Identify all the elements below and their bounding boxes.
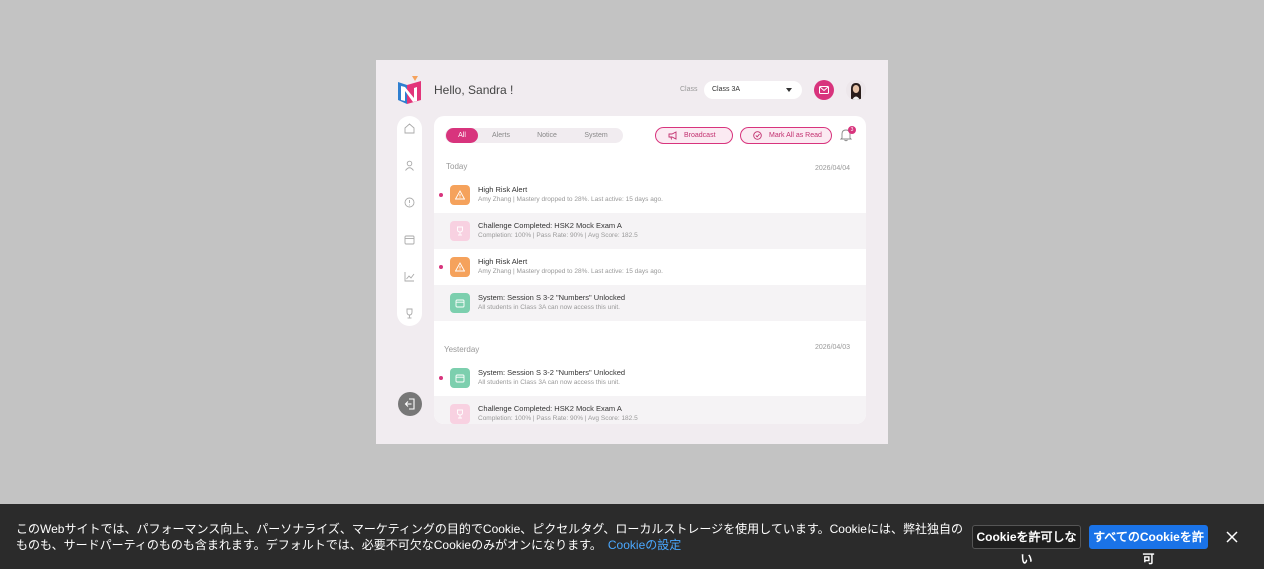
check-circle-icon	[753, 131, 762, 140]
user-avatar[interactable]	[846, 80, 866, 100]
notification-detail: All students in Class 3A can now access …	[478, 304, 620, 311]
notifications-panel: All Alerts Notice System Broadcast Mark …	[434, 116, 866, 424]
sidebar-nav	[397, 116, 422, 326]
broadcast-label: Broadcast	[684, 132, 716, 139]
class-select[interactable]: Class 3A	[704, 81, 802, 99]
broadcast-button[interactable]: Broadcast	[655, 127, 733, 144]
info-icon[interactable]	[404, 197, 415, 208]
unread-dot	[439, 376, 443, 380]
unread-dot	[439, 265, 443, 269]
notification-detail: Amy Zhang | Mastery dropped to 28%. Last…	[478, 196, 663, 203]
megaphone-icon	[668, 131, 677, 140]
notification-detail: All students in Class 3A can now access …	[478, 379, 620, 386]
trophy-icon[interactable]	[404, 308, 415, 319]
close-icon[interactable]	[1225, 530, 1239, 544]
calendar-icon	[450, 368, 470, 388]
user-icon[interactable]	[404, 160, 415, 171]
filter-tabs: All Alerts Notice System	[445, 128, 623, 143]
cookie-notice-text: このWebサイトでは、パフォーマンス向上、パーソナライズ、マーケティングの目的で…	[16, 522, 963, 552]
notification-detail: Completion: 100% | Pass Rate: 90% | Avg …	[478, 415, 638, 422]
section-today-label: Today	[446, 162, 468, 171]
warning-icon	[450, 257, 470, 277]
cookie-notice: このWebサイトでは、パフォーマンス向上、パーソナライズ、マーケティングの目的で…	[16, 521, 966, 553]
cookie-settings-link[interactable]: Cookieの設定	[608, 538, 681, 552]
chevron-down-icon	[786, 88, 792, 92]
section-today-date: 2026/04/04	[815, 165, 851, 172]
app-logo	[398, 76, 421, 104]
notification-title: High Risk Alert	[478, 185, 528, 194]
class-select-value: Class 3A	[712, 86, 741, 93]
tab-notice[interactable]: Notice	[529, 128, 565, 143]
notification-detail: Completion: 100% | Pass Rate: 90% | Avg …	[478, 232, 638, 239]
notification-detail: Amy Zhang | Mastery dropped to 28%. Last…	[478, 268, 663, 275]
notification-row[interactable]: System: Session S 3-2 "Numbers" Unlocked…	[434, 285, 866, 321]
notification-title: Challenge Completed: HSK2 Mock Exam A	[478, 221, 622, 230]
deny-cookies-button[interactable]: Cookieを許可しない	[972, 525, 1081, 566]
notification-title: System: Session S 3-2 "Numbers" Unlocked	[478, 293, 626, 302]
class-label: Class	[680, 86, 698, 93]
notification-count-badge: 3	[848, 126, 856, 134]
avatar-image	[846, 80, 866, 100]
accept-all-cookies-button[interactable]: すべてのCookieを許可	[1089, 525, 1208, 566]
notification-row[interactable]: System: Session S 3-2 "Numbers" Unlocked…	[434, 360, 866, 396]
trophy-icon	[450, 404, 470, 424]
logout-button[interactable]	[398, 392, 422, 416]
notification-row[interactable]: High Risk Alert Amy Zhang | Mastery drop…	[434, 177, 866, 213]
unread-dot	[439, 193, 443, 197]
mail-button[interactable]	[814, 80, 834, 100]
app-window: Hello, Sandra ! Class Class 3A All Alert…	[376, 60, 888, 444]
notification-row[interactable]: Challenge Completed: HSK2 Mock Exam A Co…	[434, 213, 866, 249]
section-yesterday-date: 2026/04/03	[815, 344, 851, 351]
cookie-banner: このWebサイトでは、パフォーマンス向上、パーソナライズ、マーケティングの目的で…	[0, 504, 1264, 569]
calendar-icon	[450, 293, 470, 313]
tab-alerts[interactable]: Alerts	[483, 128, 519, 143]
notification-bell[interactable]: 3	[839, 126, 856, 144]
greeting-text: Hello, Sandra !	[434, 83, 514, 97]
logout-icon	[404, 398, 415, 410]
mark-all-label: Mark All as Read	[769, 132, 822, 139]
notification-title: High Risk Alert	[478, 257, 528, 266]
home-icon[interactable]	[404, 123, 415, 134]
mark-all-read-button[interactable]: Mark All as Read	[740, 127, 832, 144]
notification-row[interactable]: High Risk Alert Amy Zhang | Mastery drop…	[434, 249, 866, 285]
tab-system[interactable]: System	[575, 128, 617, 143]
mail-icon	[819, 86, 829, 94]
section-yesterday-label: Yesterday	[444, 345, 480, 354]
notification-title: Challenge Completed: HSK2 Mock Exam A	[478, 404, 622, 413]
chart-icon[interactable]	[404, 271, 415, 282]
tab-all[interactable]: All	[446, 128, 478, 143]
warning-icon	[450, 185, 470, 205]
trophy-icon	[450, 221, 470, 241]
notification-title: System: Session S 3-2 "Numbers" Unlocked	[478, 368, 626, 377]
notification-row[interactable]: Challenge Completed: HSK2 Mock Exam A Co…	[434, 396, 866, 424]
calendar-icon[interactable]	[404, 234, 415, 245]
